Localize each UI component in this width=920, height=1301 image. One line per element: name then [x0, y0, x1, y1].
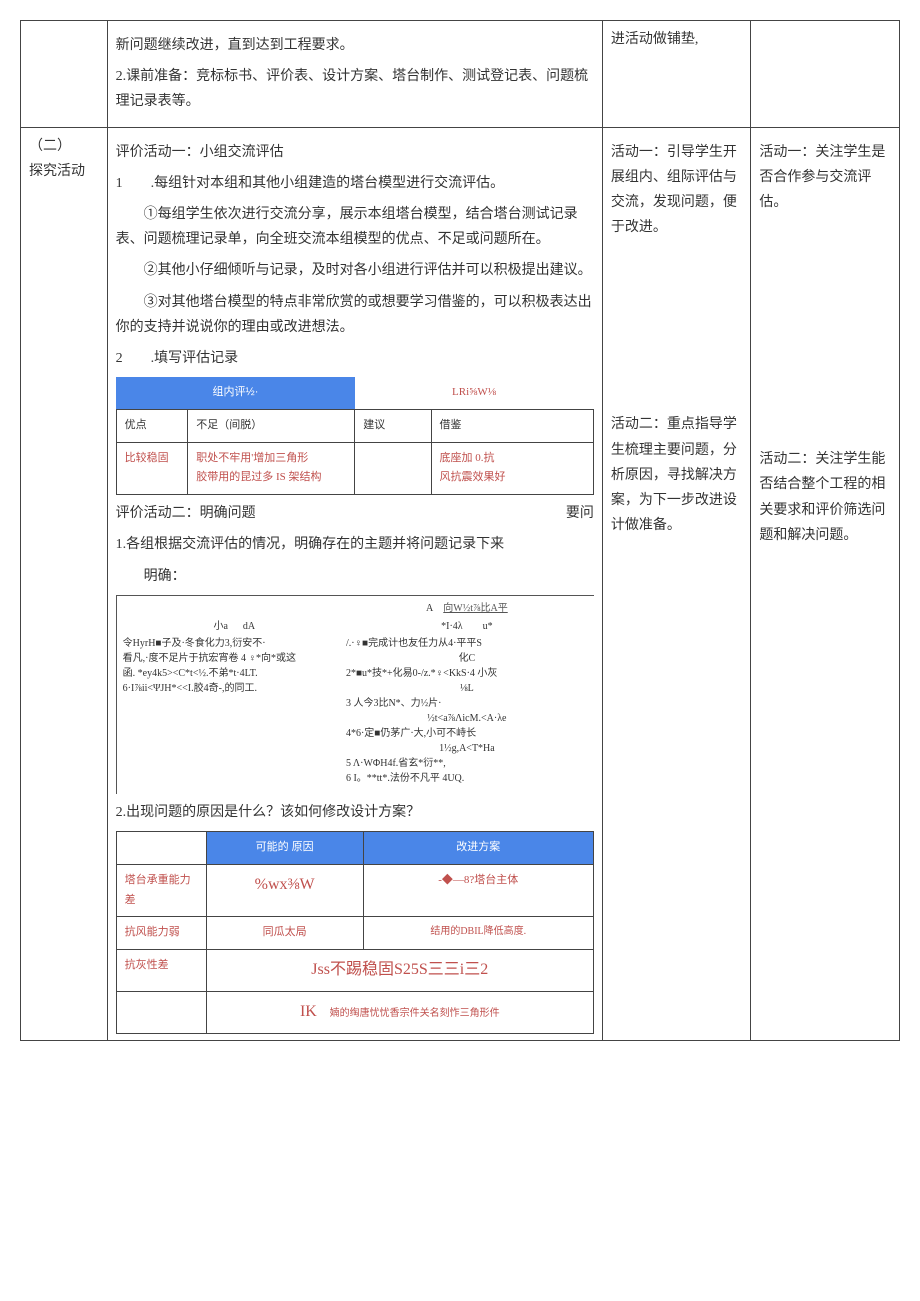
- plan-cell-text: IK: [300, 1003, 317, 1020]
- observe-cell: 活动一：关注学生是否合作参与交流评估。 活动二：关注学生能否结合整个工程的相关要…: [751, 127, 900, 1040]
- content-cell: 评价活动一：小组交流评估 1 .每组针对本组和其他小组建造的塔台模型进行交流评估…: [107, 127, 602, 1040]
- text-line: 胶带用的昆过多 IS 架结构: [196, 468, 346, 488]
- note-text: 活动二：重点指导学生梳理主要问题，分析原因，寻找解决方案，为下一步改进设计做准备…: [611, 412, 743, 538]
- eval-value: 职处不牢用'增加三角形 胶带用的昆过多 IS 架结构: [188, 442, 355, 495]
- activity-title: 评价活动一：小组交流评估: [116, 140, 594, 165]
- list-item: 1.各组根据交流评估的情况，明确存在的主题并将问题记录下来: [116, 532, 594, 557]
- eval-header-right: LRi⅝W⅛: [355, 377, 594, 409]
- rec-left-line: 看凡,·度不足片于抗宏宵卷 4 ♀*向*或这: [123, 651, 346, 666]
- plan-cell: 结用的DBIL降低高度.: [363, 917, 593, 950]
- paragraph: 新问题继续改进，直到达到工程要求。: [116, 33, 594, 58]
- note-text: 活动二：关注学生能否结合整个工程的相关要求和评价筛选问题和解决问题。: [759, 447, 891, 548]
- section-label: 探究活动: [29, 159, 99, 184]
- note-text: 活动一：关注学生是否合作参与交流评估。: [759, 140, 891, 216]
- sub-item: ③对其他塔台模型的特点非常欣赏的或想要学习借鉴的，可以积极表达出你的支持并说说你…: [116, 290, 594, 340]
- rec-row-m: dA: [243, 621, 255, 632]
- eval-col-header: 借鉴: [431, 409, 593, 442]
- plan-cell: %wx⅜W: [206, 864, 363, 917]
- plan-row-label: 抗风能力弱: [116, 917, 206, 950]
- plan-cell: Jss不踢稳固S25S三三i三2: [206, 950, 593, 992]
- text-line: 底座加 0.抗: [440, 449, 585, 469]
- activity-title: 评价活动二：明确问题 要问: [116, 501, 594, 526]
- plan-head-blank: [116, 832, 206, 865]
- record-box: A 向W½t⅞比A平 小a dA *I·4λ u* 令Hy: [116, 595, 594, 794]
- rec-row-r: *I·4λ u*: [346, 618, 588, 636]
- inline-note: 要问: [566, 501, 594, 526]
- rec-header-a: A: [426, 603, 433, 614]
- rec-right-line: 5 Λ·WΦH4f.省玄*衍**,: [346, 756, 588, 771]
- rec-right-line: ½t<a⅞ΛicM.<A·λe: [346, 711, 588, 726]
- rec-right-line: 化C: [346, 651, 588, 666]
- teacher-note-cell: 活动一：引导学生开展组内、组际评估与交流，发现问题，便于改进。 活动二：重点指导…: [602, 127, 751, 1040]
- plan-row-label: 塔台承重能力差: [116, 864, 206, 917]
- section-label: （二）: [29, 134, 99, 159]
- rec-left-line: 令HyrH■子及·冬食化力3,衍安不·: [123, 636, 346, 651]
- sub-item: ②其他小仔细倾听与记录，及时对各小组进行评估并可以积极提出建议。: [116, 258, 594, 283]
- eval-value: 底座加 0.抗 风抗震效果好: [431, 442, 593, 495]
- rec-left-line: 函. *ey4k5><C*t<½.不弟*t·4LT.: [123, 666, 346, 681]
- rec-row-l: 小a: [213, 621, 227, 632]
- list-item: 2.出现问题的原因是什么？该如何修改设计方案？: [116, 800, 594, 825]
- eval-col-header: 优点: [116, 409, 188, 442]
- section-cell: [21, 21, 108, 128]
- table-row: （二） 探究活动 评价活动一：小组交流评估 1 .每组针对本组和其他小组建造的塔…: [21, 127, 900, 1040]
- plan-cell: 同瓜太局: [206, 917, 363, 950]
- text-line: 职处不牢用'增加三角形: [196, 449, 346, 469]
- sub-item: ①每组学生依次进行交流分享，展示本组塔台模型，结合塔台测试记录表、问题梳理记录单…: [116, 202, 594, 252]
- text-line: 风抗震效果好: [440, 468, 585, 488]
- rec-right-line: 1½g,A<T*Ha: [346, 741, 588, 756]
- eval-col-header: 建议: [355, 409, 431, 442]
- note-text: 活动一：引导学生开展组内、组际评估与交流，发现问题，便于改进。: [611, 140, 743, 241]
- list-item: 1 .每组针对本组和其他小组建造的塔台模型进行交流评估。: [116, 171, 594, 196]
- content-cell: 新问题继续改进，直到达到工程要求。 2.课前准备：竞标标书、评价表、设计方案、塔…: [107, 21, 602, 128]
- label: 明确：: [116, 564, 594, 589]
- table-row: 新问题继续改进，直到达到工程要求。 2.课前准备：竞标标书、评价表、设计方案、塔…: [21, 21, 900, 128]
- plan-cell-text: 婻的绹唐忧忧香宗件关名刻怍三角形件: [320, 1008, 500, 1019]
- rec-left-line: 6·I⅞ii<ΨJH*<<I.胶4奇-,的同工.: [123, 681, 346, 696]
- teacher-note-cell: 进活动做铺垫,: [602, 21, 751, 128]
- section-cell: （二） 探究活动: [21, 127, 108, 1040]
- plan-table: 可能的 原因 改进方案 塔台承重能力差 %wx⅜W -◆—8?塔台主体 抗风能力…: [116, 831, 594, 1034]
- title-text: 评价活动二：明确问题: [116, 506, 256, 521]
- eval-col-header: 不足（间脱）: [188, 409, 355, 442]
- lesson-table: 新问题继续改进，直到达到工程要求。 2.课前准备：竞标标书、评价表、设计方案、塔…: [20, 20, 900, 1041]
- rec-right-line: /.·♀■完成计也友任力从4·平平S: [346, 636, 588, 651]
- list-item: 2 .填写评估记录: [116, 346, 594, 371]
- rec-right-line: 6 I。**tt*.法份不凡平 4UQ.: [346, 771, 588, 786]
- rec-right-line: 3 人今3比N*、力½片·: [346, 696, 588, 711]
- plan-head-cause: 可能的 原因: [206, 832, 363, 865]
- evaluation-table: 组内评½· LRi⅝W⅛ 优点 不足（间脱） 建议 借鉴 比较稳固 职处不牢用'…: [116, 377, 594, 495]
- plan-cell: -◆—8?塔台主体: [363, 864, 593, 917]
- plan-row-label: 抗灰性差: [116, 950, 206, 992]
- eval-value: 比较稳固: [116, 442, 188, 495]
- rec-right-line: 4*6·定■仍茅广·大,小可不峙长: [346, 726, 588, 741]
- rec-right-line: ⅛L: [346, 681, 588, 696]
- rec-right-line: 2*■u*技*+化易0-/z.*♀<KkS·4 小灰: [346, 666, 588, 681]
- rec-header-link: 向W½t⅞比A平: [443, 603, 507, 614]
- document-page: 新问题继续改进，直到达到工程要求。 2.课前准备：竞标标书、评价表、设计方案、塔…: [20, 20, 900, 1041]
- plan-head-plan: 改进方案: [363, 832, 593, 865]
- eval-header-left: 组内评½·: [116, 377, 355, 409]
- observe-cell: [751, 21, 900, 128]
- paragraph: 2.课前准备：竞标标书、评价表、设计方案、塔台制作、测试登记表、问题梳理记录表等…: [116, 64, 594, 114]
